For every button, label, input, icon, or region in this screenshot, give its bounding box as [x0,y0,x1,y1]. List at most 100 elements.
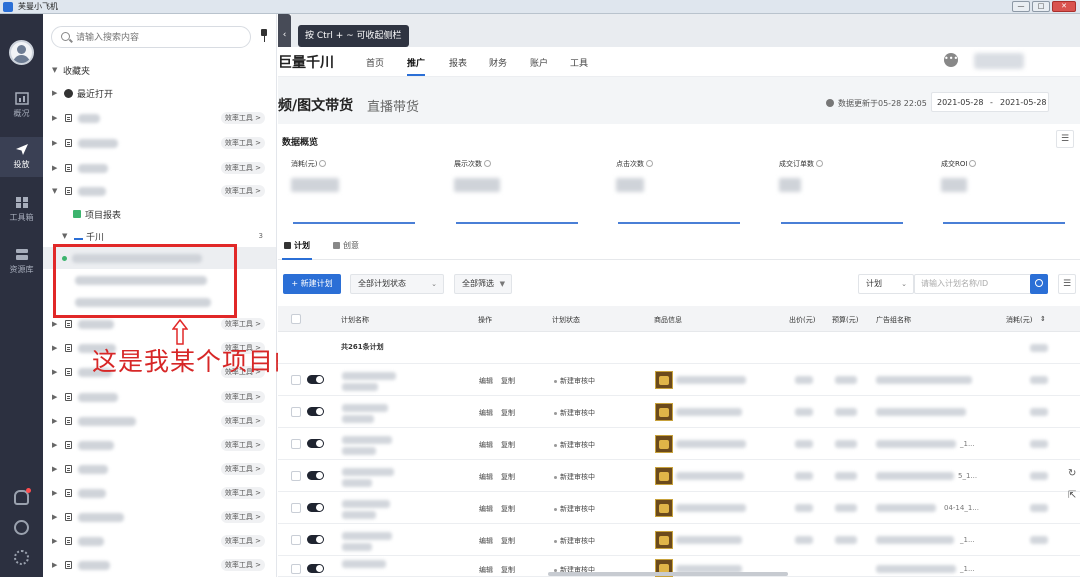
product-thumbnail[interactable] [655,371,673,389]
tool-tag[interactable]: 效率工具 > [220,318,265,330]
nav-reports[interactable]: 报表 [449,56,467,69]
copy-link[interactable]: 复制 [501,504,515,514]
th-budget[interactable]: 预算(元) [832,315,858,325]
tool-tag[interactable]: 效率工具 > [220,162,265,174]
tree-account-row[interactable]: ▶ 效率工具 > [43,132,276,154]
search-button[interactable] [1030,274,1048,294]
rail-item-library[interactable]: 资源库 [0,242,43,282]
plan-toggle[interactable] [307,471,324,480]
tree-account-row[interactable]: ▶ 效率工具 > [43,157,276,179]
table-row[interactable]: 编辑 复制 新建审核中 [278,396,1080,428]
edit-link[interactable]: 编辑 [479,565,493,575]
tree-account-row[interactable]: ▶ 效率工具 > [43,506,276,528]
tree-account-row[interactable]: ▶ 效率工具 > [43,107,276,129]
select-all-checkbox[interactable] [291,314,301,324]
copy-link[interactable]: 复制 [501,565,515,575]
sort-icon[interactable]: ⇕ [1040,315,1046,323]
plan-name-blurred[interactable] [342,436,392,444]
rail-item-launch[interactable]: 投放 [0,137,43,177]
product-thumbnail[interactable] [655,435,673,453]
tool-tag[interactable]: 效率工具 > [220,137,265,149]
product-thumbnail[interactable] [655,531,673,549]
tab-creative[interactable]: 创意 [333,240,359,251]
plan-status-select[interactable]: 全部计划状态 ⌄ [350,274,444,294]
copy-link[interactable]: 复制 [501,376,515,386]
plan-name-blurred[interactable] [342,372,396,380]
tool-tag[interactable]: 效率工具 > [220,463,265,475]
horizontal-scrollbar[interactable] [548,572,788,576]
nav-finance[interactable]: 财务 [489,56,507,69]
user-info-blurred[interactable] [974,53,1024,69]
sidebar-search-input[interactable] [76,30,246,45]
row-checkbox[interactable] [291,564,301,574]
tree-project-row[interactable]: ▼ 效率工具 > [43,180,276,202]
row-checkbox[interactable] [291,503,301,513]
tool-tag[interactable]: 效率工具 > [220,559,265,571]
table-row[interactable]: 编辑 复制 新建审核中 [278,364,1080,396]
tree-recent[interactable]: ▶ 最近打开 [43,82,276,104]
plan-name-blurred[interactable] [342,532,392,540]
edit-link[interactable]: 编辑 [479,408,493,418]
metric-clicks[interactable]: 点击次数 [616,159,746,229]
nav-tools[interactable]: 工具 [570,56,588,69]
filter-select[interactable]: 全部筛选 ▼ [454,274,512,294]
plan-toggle[interactable] [307,564,324,573]
close-button[interactable]: ✕ [1052,1,1076,12]
message-icon[interactable]: ••• [944,53,958,67]
plan-toggle[interactable] [307,503,324,512]
plan-toggle[interactable] [307,535,324,544]
tree-account-row[interactable]: ▶ 效率工具 > [43,458,276,480]
edit-link[interactable]: 编辑 [479,536,493,546]
tree-account-row[interactable]: ▶ 效率工具 > [43,410,276,432]
new-plan-button[interactable]: + 新建计划 [283,274,341,294]
row-checkbox[interactable] [291,535,301,545]
copy-link[interactable]: 复制 [501,536,515,546]
maximize-button[interactable]: □ [1032,1,1050,12]
tool-tag[interactable]: 效率工具 > [220,415,265,427]
tool-tag[interactable]: 效率工具 > [220,487,265,499]
row-checkbox[interactable] [291,439,301,449]
row-checkbox[interactable] [291,471,301,481]
plan-toggle[interactable] [307,375,324,384]
plan-toggle[interactable] [307,439,324,448]
tree-account-row[interactable]: ▶ 效率工具 > [43,386,276,408]
nav-promotion[interactable]: 推广 [407,56,425,69]
export-icon[interactable]: ⇱ [1068,490,1080,504]
tool-tag[interactable]: 效率工具 > [220,511,265,523]
sidebar-search[interactable] [51,26,251,48]
edit-link[interactable]: 编辑 [479,440,493,450]
tree-account-row[interactable]: ▶ 效率工具 > [43,482,276,504]
tool-tag[interactable]: 效率工具 > [220,185,265,197]
metric-cost[interactable]: 消耗(元) [291,159,421,229]
copy-link[interactable]: 复制 [501,408,515,418]
th-cost[interactable]: 消耗(元) [1006,315,1032,325]
page-subtitle[interactable]: 直播带货 [367,96,419,115]
avatar[interactable] [9,40,34,65]
plan-name-blurred[interactable] [342,560,386,568]
product-thumbnail[interactable] [655,499,673,517]
tree-favorites[interactable]: ▼ 收藏夹 [43,59,276,81]
plan-name-blurred[interactable] [342,404,388,412]
row-checkbox[interactable] [291,407,301,417]
product-thumbnail[interactable] [655,467,673,485]
tool-tag[interactable]: 效率工具 > [220,391,265,403]
table-row[interactable]: 编辑 复制 新建审核中 _1... [278,428,1080,460]
refresh-icon[interactable]: ↻ [1068,468,1080,482]
nav-home[interactable]: 首页 [366,56,384,69]
tree-account-row[interactable]: ▶ 效率工具 > [43,434,276,456]
table-row[interactable]: 编辑 复制 新建审核中 04-14_1... [278,492,1080,524]
nav-account[interactable]: 账户 [530,56,548,69]
copy-link[interactable]: 复制 [501,440,515,450]
minimize-button[interactable]: — [1012,1,1030,12]
plan-toggle[interactable] [307,407,324,416]
plan-name-blurred[interactable] [342,468,394,476]
edit-link[interactable]: 编辑 [479,504,493,514]
plan-search-input[interactable]: 请输入计划名称/ID [914,274,1048,294]
tool-tag[interactable]: 效率工具 > [220,535,265,547]
tool-tag[interactable]: 效率工具 > [220,439,265,451]
sliders-icon[interactable]: ☰ [1056,130,1074,148]
th-bid[interactable]: 出价(元) [789,315,815,325]
tab-plan[interactable]: 计划 [284,240,310,251]
help-icon[interactable] [14,520,29,535]
column-settings-icon[interactable]: ☰ [1058,274,1076,294]
